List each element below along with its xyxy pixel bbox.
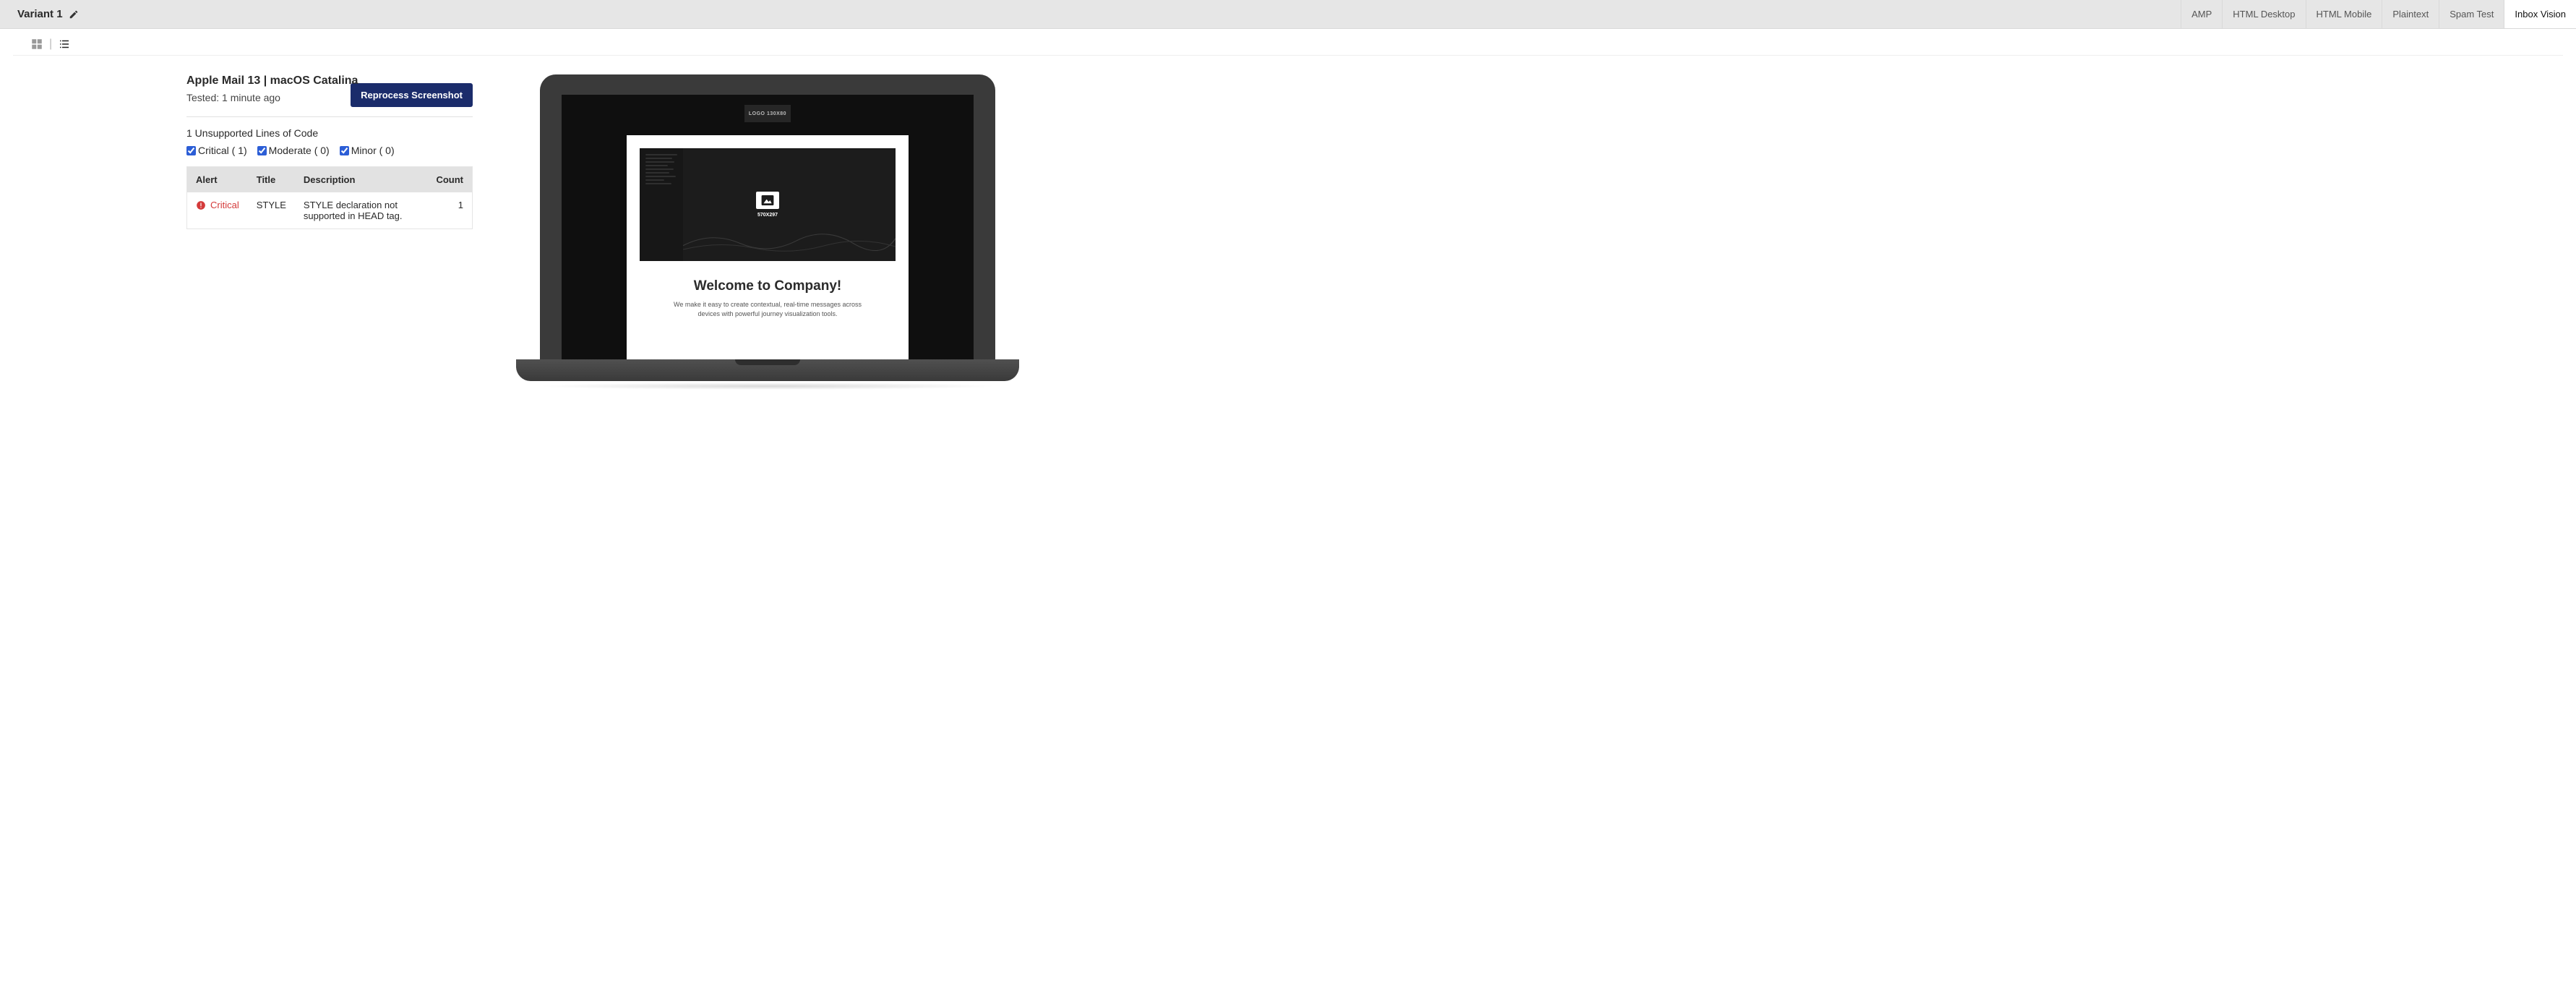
hero-sidebar-lines [645,154,677,187]
logo-placeholder: LOGO 130X80 [744,105,791,122]
divider [186,116,473,117]
severity-filters: Critical ( 1) Moderate ( 0) Minor ( 0) [186,145,473,156]
detail-panel: Apple Mail 13 | macOS Catalina Tested: 1… [186,74,473,229]
cell-alert: Critical [187,192,248,229]
variant-label: Variant 1 [17,8,63,20]
tab-plaintext[interactable]: Plaintext [2382,0,2439,28]
tab-html-desktop[interactable]: HTML Desktop [2222,0,2305,28]
cell-alert-text: Critical [210,200,239,210]
hero-chart-decoration [683,226,896,255]
variant-label-group: Variant 1 [17,8,79,20]
hero-image-area: 570X297 [640,148,896,261]
col-alert: Alert [187,167,248,193]
cell-count: 1 [427,192,472,229]
filter-critical-label: Critical ( 1) [198,145,247,156]
image-dimensions-label: 570X297 [757,213,778,218]
filter-critical[interactable]: Critical ( 1) [186,145,247,156]
tab-inbox-vision[interactable]: Inbox Vision [2504,0,2576,28]
filter-critical-checkbox[interactable] [186,146,196,155]
view-mode-bar: | [13,29,2563,56]
cell-description: STYLE declaration not supported in HEAD … [295,192,428,229]
reprocess-button[interactable]: Reprocess Screenshot [351,83,473,107]
tab-spam-test[interactable]: Spam Test [2439,0,2504,28]
preview-panel: LOGO 130X80 570X297 Welcom [516,74,1019,390]
view-divider: | [49,38,52,51]
cell-title: STYLE [248,192,295,229]
welcome-block: Welcome to Company! We make it easy to c… [640,261,896,318]
image-placeholder-icon [756,192,779,209]
filter-minor-label: Minor ( 0) [351,145,395,156]
edit-icon[interactable] [69,9,79,20]
laptop-frame: LOGO 130X80 570X297 Welcom [540,74,995,361]
grid-view-icon[interactable] [30,38,43,51]
list-view-icon[interactable] [58,38,71,51]
welcome-body: We make it easy to create contextual, re… [674,300,862,318]
filter-minor-checkbox[interactable] [340,146,349,155]
laptop-screen: LOGO 130X80 570X297 Welcom [562,95,974,361]
view-tabs: AMPHTML DesktopHTML MobilePlaintextSpam … [2181,0,2576,28]
filter-moderate-label: Moderate ( 0) [269,145,330,156]
unsupported-heading: 1 Unsupported Lines of Code [186,127,473,139]
top-bar: Variant 1 AMPHTML DesktopHTML MobilePlai… [0,0,2576,29]
email-card: 570X297 Welcome to Company! We make it e… [627,135,909,361]
col-description: Description [295,167,428,193]
filter-moderate-checkbox[interactable] [257,146,267,155]
tab-html-mobile[interactable]: HTML Mobile [2306,0,2382,28]
laptop-base [516,359,1019,381]
alert-critical-icon [196,200,206,210]
filter-moderate[interactable]: Moderate ( 0) [257,145,330,156]
content-area: Apple Mail 13 | macOS Catalina Tested: 1… [0,56,2576,390]
table-row: Critical STYLE STYLE declaration not sup… [187,192,473,229]
welcome-heading: Welcome to Company! [661,278,874,294]
filter-minor[interactable]: Minor ( 0) [340,145,395,156]
alerts-header-row: Alert Title Description Count [187,167,473,193]
tab-amp[interactable]: AMP [2181,0,2222,28]
col-count: Count [427,167,472,193]
laptop-shadow [536,383,999,390]
col-title: Title [248,167,295,193]
alerts-table: Alert Title Description Count Critical S… [186,166,473,229]
